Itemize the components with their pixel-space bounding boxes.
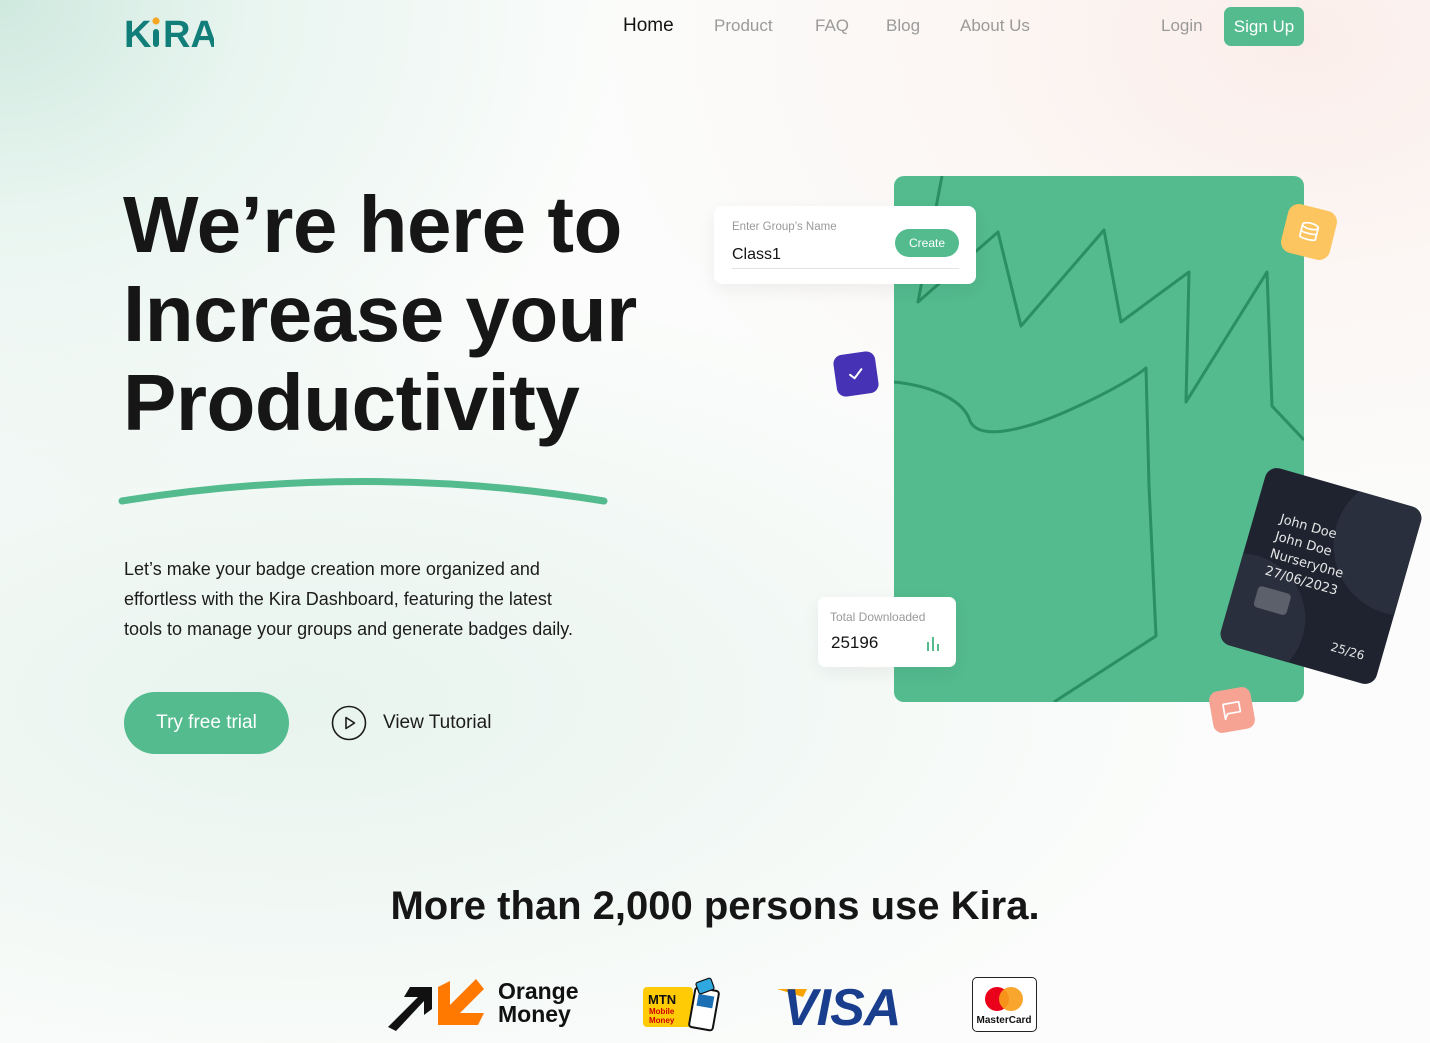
view-tutorial-link[interactable]: View Tutorial xyxy=(383,712,491,734)
hero-title-line-2: Increase your xyxy=(123,269,637,358)
hero-title-line-1: We’re here to xyxy=(123,180,622,269)
orange-money-line-2: Money xyxy=(498,1001,571,1027)
hero-title: We’re here to Increase your Productivity xyxy=(123,180,703,447)
play-icon[interactable] xyxy=(331,705,367,741)
users-count-title: More than 2,000 persons use Kira. xyxy=(390,884,1040,928)
orange-money-line-1: Orange xyxy=(498,978,579,1004)
hero-title-line-3: Productivity xyxy=(123,358,580,447)
create-group-button[interactable]: Create xyxy=(895,229,959,257)
mastercard-logo: MasterCard xyxy=(972,977,1037,1032)
svg-text:RA: RA xyxy=(163,14,214,52)
mastercard-circles xyxy=(985,987,1023,1011)
bar-chart-icon xyxy=(927,637,939,651)
group-name-label: Enter Group’s Name xyxy=(732,221,837,233)
total-downloaded-value: 25196 xyxy=(831,633,879,652)
svg-text:K: K xyxy=(124,14,152,52)
orange-money-logo xyxy=(388,979,484,1031)
group-name-input[interactable]: Class1 xyxy=(732,246,781,264)
group-name-card: Enter Group’s Name Class1 Create xyxy=(714,206,976,284)
check-icon xyxy=(832,350,880,398)
mtn-line-2: Mobile xyxy=(649,1007,675,1016)
mtn-line-1: MTN xyxy=(648,992,676,1007)
nav-product[interactable]: Product xyxy=(714,16,773,36)
flag-icon xyxy=(1207,685,1257,735)
nav-blog[interactable]: Blog xyxy=(886,16,920,36)
nav-home[interactable]: Home xyxy=(623,15,674,37)
try-free-trial-button[interactable]: Try free trial xyxy=(124,692,289,754)
visa-wordmark: VISA xyxy=(783,979,900,1033)
mastercard-wordmark: MasterCard xyxy=(976,1015,1032,1026)
visa-logo: VISA xyxy=(777,979,901,1033)
mtn-line-3: Money xyxy=(649,1016,675,1025)
title-underline-decoration xyxy=(118,478,608,505)
total-downloaded-label: Total Downloaded xyxy=(830,610,926,624)
login-link[interactable]: Login xyxy=(1161,16,1203,36)
kira-logo[interactable]: K RA xyxy=(124,12,218,56)
mtn-mobile-money-logo: MTN Mobile Money xyxy=(643,977,720,1032)
badge-number: 25/26 xyxy=(1329,639,1367,663)
group-input-underline xyxy=(732,268,959,269)
signup-button[interactable]: Sign Up xyxy=(1224,7,1304,46)
hero-description: Let’s make your badge creation more orga… xyxy=(124,559,573,639)
nav-faq[interactable]: FAQ xyxy=(815,16,849,36)
nav-about-us[interactable]: About Us xyxy=(960,16,1030,36)
total-downloaded-card: Total Downloaded 25196 xyxy=(818,597,956,667)
orange-money-wordmark: Orange Money xyxy=(498,980,579,1026)
